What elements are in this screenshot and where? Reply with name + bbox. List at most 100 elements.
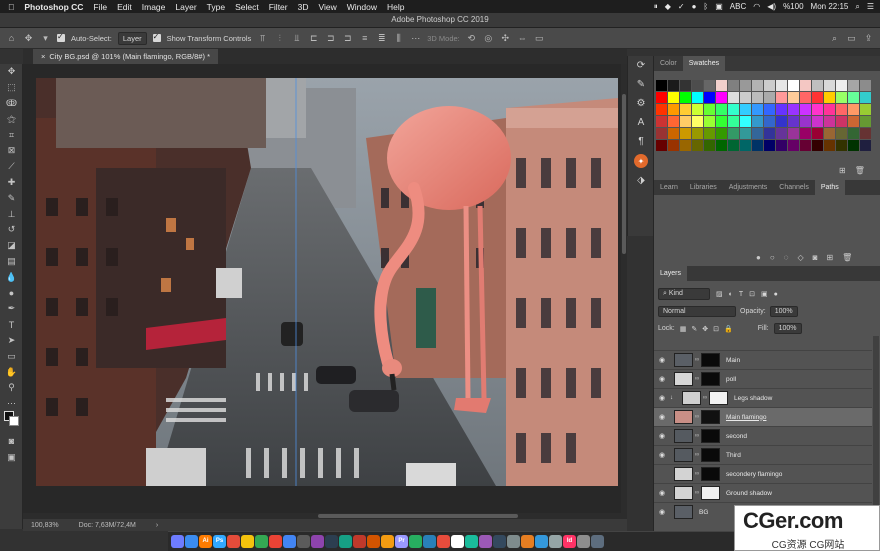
dock-app-icon[interactable] (367, 535, 380, 548)
close-tab-icon[interactable]: × (41, 52, 45, 61)
dock-app-icon[interactable] (311, 535, 324, 548)
layer-mask-thumbnail[interactable] (701, 486, 720, 500)
layer-row[interactable]: ◉ ∞ Main flamingo (654, 407, 872, 426)
share-icon[interactable]: ⇪ (863, 33, 874, 44)
layer-thumbnail[interactable] (674, 372, 693, 386)
swatch[interactable] (824, 80, 835, 91)
chevron-down-icon[interactable]: ▾ (40, 33, 51, 44)
swatch[interactable] (764, 140, 775, 151)
menu-list-icon[interactable]: ☰ (867, 2, 874, 11)
swatch[interactable] (752, 92, 763, 103)
swatch[interactable] (728, 104, 739, 115)
swatch[interactable] (704, 92, 715, 103)
lock-all-icon[interactable]: 🔒 (724, 325, 733, 333)
swatch[interactable] (824, 116, 835, 127)
visibility-eye-icon[interactable]: ◉ (654, 375, 670, 383)
fill-input[interactable]: 100% (773, 323, 802, 334)
visibility-eye-icon[interactable]: ◉ (654, 394, 670, 402)
lasso-tool-icon[interactable]: ↂ (0, 96, 23, 112)
type-filter-icon[interactable]: T (739, 291, 743, 298)
menu-3d[interactable]: 3D (298, 2, 309, 12)
distribute-icon[interactable]: ≡ (359, 33, 370, 44)
3d-pan-icon[interactable]: ✣ (500, 33, 511, 44)
pen-tool-icon[interactable]: ✒ (0, 301, 23, 317)
swatch[interactable] (728, 92, 739, 103)
3d-scale-icon[interactable]: ▭ (534, 33, 545, 44)
swatch[interactable] (812, 140, 823, 151)
swatch[interactable] (848, 128, 859, 139)
new-swatch-icon[interactable]: ⊞ (839, 166, 846, 175)
home-icon[interactable]: ⌂ (6, 33, 17, 44)
more-tools-icon[interactable]: ⋯ (0, 396, 23, 412)
swatch[interactable] (800, 116, 811, 127)
adjustments-icon[interactable]: ⚙ (628, 94, 654, 113)
healing-brush-icon[interactable]: ✚ (0, 175, 23, 191)
mask-link-icon[interactable]: ∞ (701, 395, 709, 401)
menu-edit[interactable]: Edit (117, 2, 132, 12)
swatch[interactable] (800, 140, 811, 151)
lock-artboard-icon[interactable]: ⊡ (713, 325, 719, 333)
lock-paint-icon[interactable]: ✎ (691, 325, 697, 333)
gradient-tool-icon[interactable]: ▤ (0, 254, 23, 270)
swatch[interactable] (764, 80, 775, 91)
swatch[interactable] (692, 92, 703, 103)
swatch[interactable] (812, 128, 823, 139)
align-bottom-icon[interactable]: ⫫ (291, 33, 302, 44)
swatch[interactable] (788, 128, 799, 139)
dock-app-icon[interactable]: Ai (199, 535, 212, 548)
swatch[interactable] (776, 140, 787, 151)
layer-name[interactable]: Legs shadow (734, 395, 772, 402)
layer-name[interactable]: Main (726, 357, 740, 364)
swatch[interactable] (716, 92, 727, 103)
dock-app-icon[interactable] (577, 535, 590, 548)
layer-row[interactable]: ◉ ∞ Main (654, 350, 872, 369)
check-icon[interactable]: ✓ (678, 2, 685, 11)
swatch[interactable] (776, 80, 787, 91)
swatch[interactable] (680, 80, 691, 91)
swatch[interactable] (752, 104, 763, 115)
trash-icon[interactable]: 🗑 (855, 166, 865, 175)
input-source[interactable]: ABC (730, 2, 746, 11)
canvas-area[interactable] (23, 64, 627, 519)
layer-thumbnail[interactable] (674, 429, 693, 443)
transform-controls-checkbox[interactable] (152, 32, 161, 42)
swatch[interactable] (716, 140, 727, 151)
swatch[interactable] (740, 104, 751, 115)
mask-link-icon[interactable]: ∞ (693, 452, 701, 458)
swatch[interactable] (668, 128, 679, 139)
lock-pixels-icon[interactable]: ▦ (680, 325, 687, 333)
dropbox-icon[interactable]: ◆ (665, 2, 671, 11)
swatch[interactable] (800, 128, 811, 139)
google-icon[interactable]: ● (692, 2, 697, 11)
dock-app-icon[interactable] (269, 535, 282, 548)
swatch[interactable] (848, 80, 859, 91)
layer-mask-thumbnail[interactable] (701, 467, 720, 481)
crop-tool-icon[interactable]: ⌗ (0, 127, 23, 143)
dock-app-icon[interactable]: Pr (395, 535, 408, 548)
swatch[interactable] (836, 80, 847, 91)
history-brush-icon[interactable]: ↺ (0, 222, 23, 238)
3d-rotate-icon[interactable]: ⟲ (466, 33, 477, 44)
swatch[interactable] (812, 104, 823, 115)
dock-app-icon[interactable] (283, 535, 296, 548)
swatch[interactable] (800, 80, 811, 91)
tab-color[interactable]: Color (654, 56, 683, 71)
swatch[interactable] (680, 140, 691, 151)
swatch[interactable] (788, 104, 799, 115)
swatch[interactable] (848, 140, 859, 151)
filter-toggle-icon[interactable]: ● (774, 291, 778, 298)
swatch[interactable] (692, 80, 703, 91)
magic-wand-icon[interactable]: ⚝ (0, 111, 23, 127)
swatch[interactable] (668, 92, 679, 103)
swatch[interactable] (692, 140, 703, 151)
rectangle-tool-icon[interactable]: ▭ (0, 348, 23, 364)
volume-icon[interactable]: ◀) (767, 2, 776, 11)
visibility-eye-icon[interactable]: ◉ (654, 432, 670, 440)
fill-path-icon[interactable]: ● (756, 253, 761, 262)
menu-window[interactable]: Window (347, 2, 377, 12)
swatch[interactable] (836, 116, 847, 127)
stroke-path-icon[interactable]: ○ (770, 253, 775, 262)
layer-name[interactable]: secondery flamingo (726, 471, 782, 478)
swatch[interactable] (860, 104, 871, 115)
flag-icon[interactable]: ▣ (715, 2, 723, 11)
